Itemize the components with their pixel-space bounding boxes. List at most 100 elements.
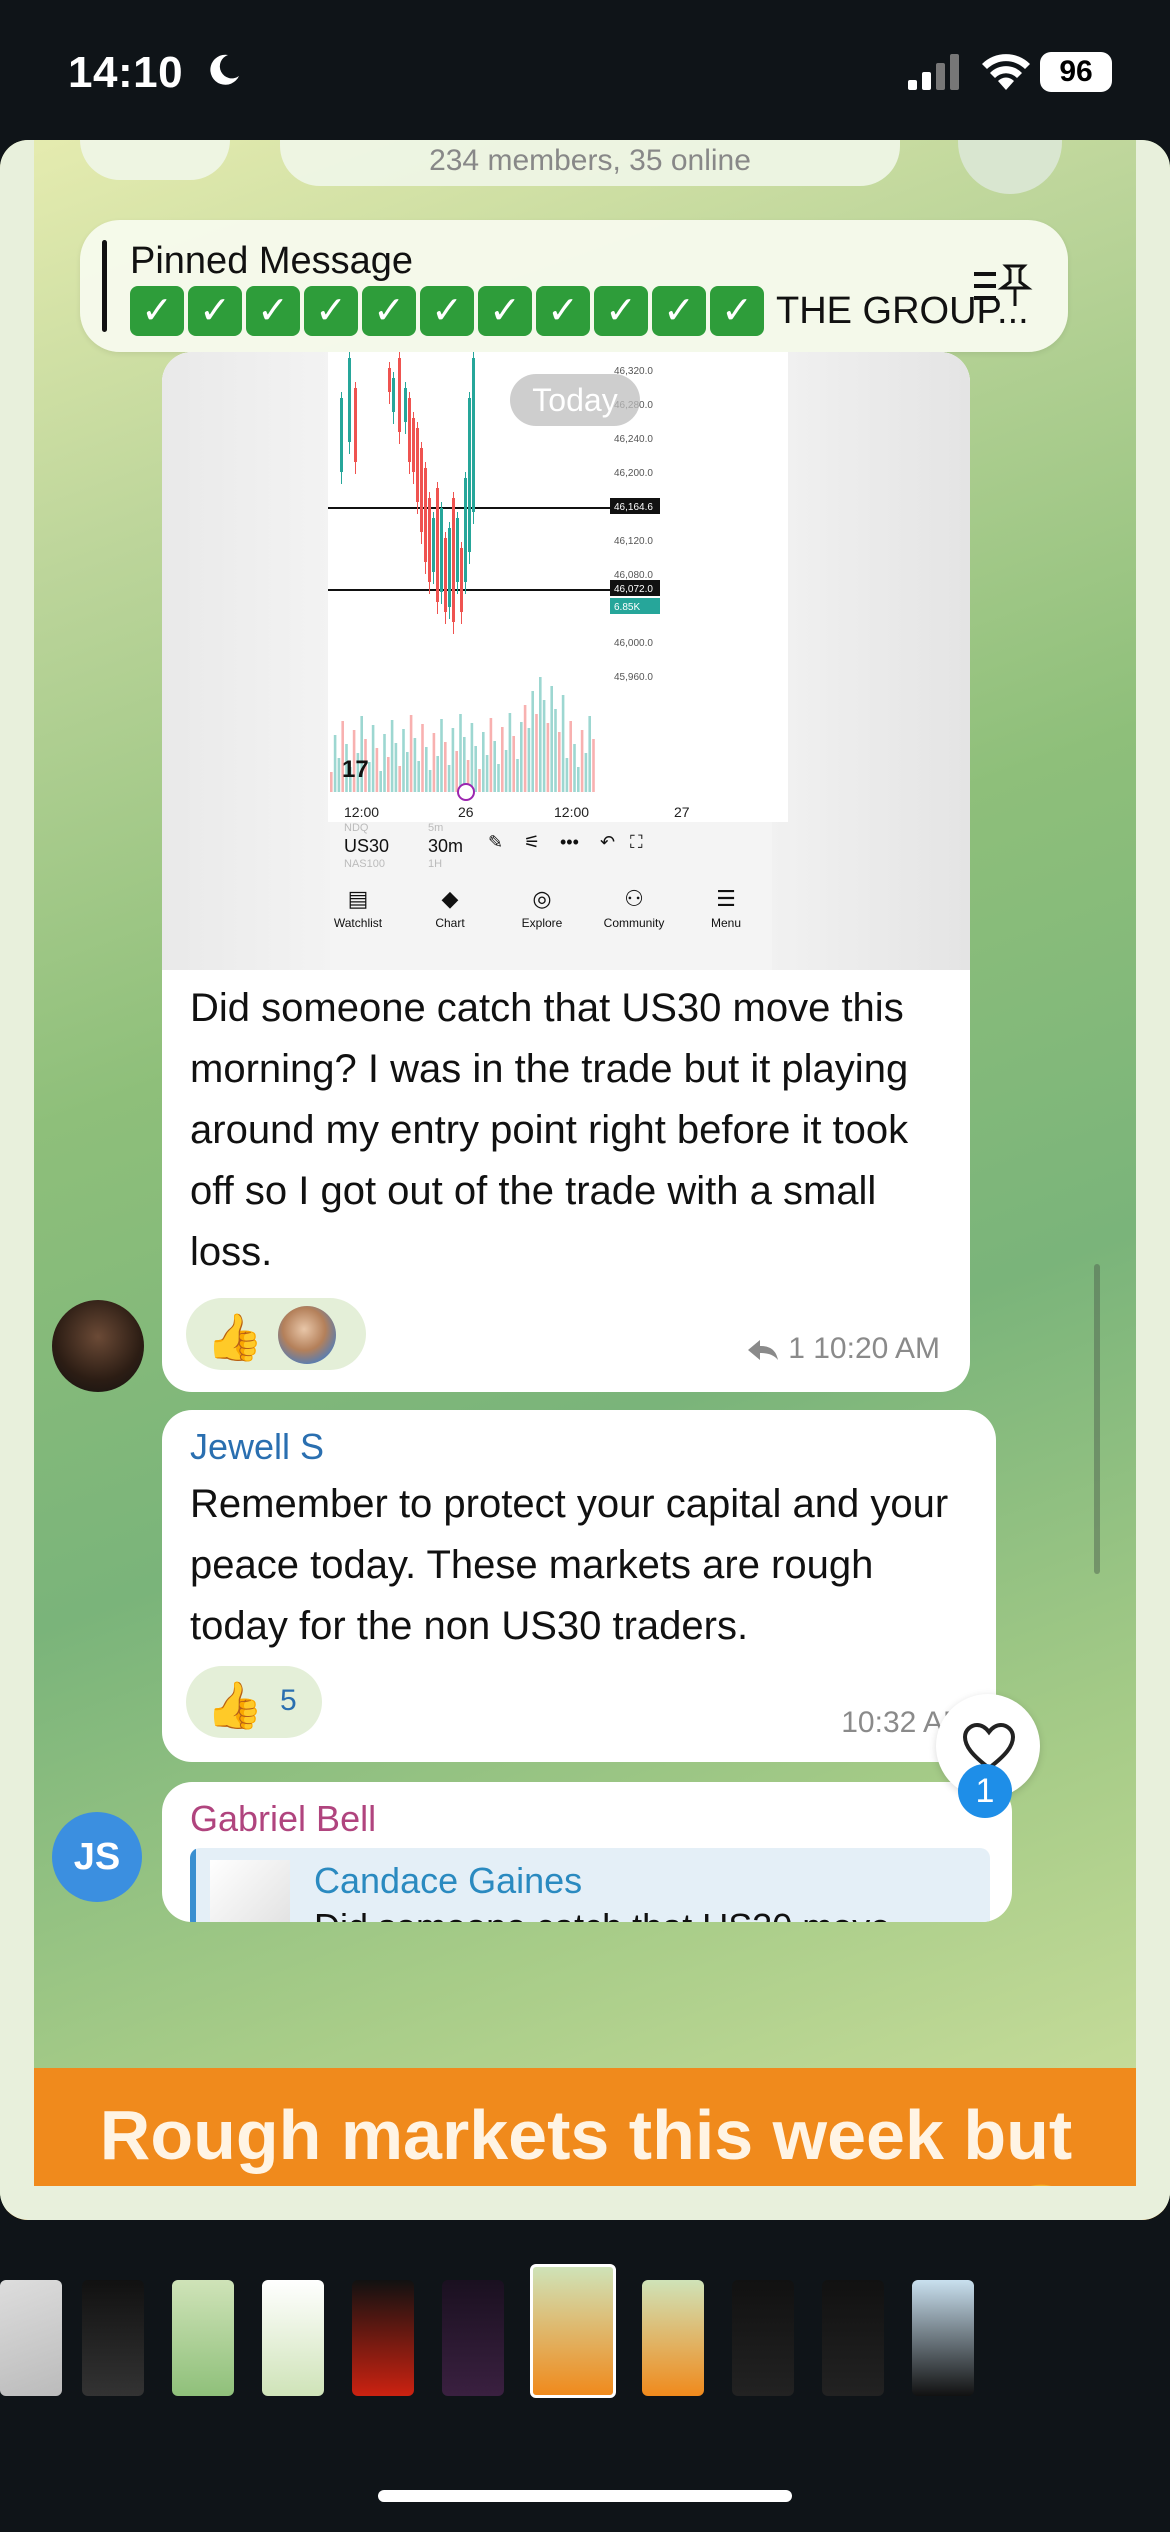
blurred-area-right <box>772 352 970 970</box>
status-time: 14:10 <box>68 48 184 97</box>
price-label: 46,080.0 <box>614 570 653 581</box>
group-avatar[interactable] <box>958 140 1062 194</box>
chat-header[interactable]: 234 members, 35 online <box>280 140 900 186</box>
volume-bar <box>425 747 428 792</box>
volume-bar <box>402 729 405 792</box>
avatar-jewell[interactable]: JS <box>52 1812 142 1902</box>
candle-body <box>408 398 411 462</box>
reaction-pill[interactable]: 👍 5 <box>186 1666 322 1738</box>
story-thumbnail[interactable] <box>0 2280 62 2396</box>
avatar-candace[interactable] <box>52 1300 144 1392</box>
volume-bar <box>333 735 337 792</box>
story-caption: Rough markets this week but my babies ar… <box>6 2068 1166 2220</box>
chart-tab: ☰ Menu <box>686 880 766 930</box>
caption-line-1: Rough markets this week but <box>99 2096 1073 2174</box>
volume-bar <box>337 758 341 792</box>
volume-bar <box>383 734 386 792</box>
reply-thumbnail <box>210 1860 290 1922</box>
cellular-signal-icon <box>908 54 959 90</box>
timeframe-below: 1H <box>428 858 443 870</box>
story-thumbnail[interactable] <box>262 2280 324 2396</box>
story-image[interactable]: 234 members, 35 online Pinned Message ✓ ✓… <box>0 140 1170 2220</box>
sender-name[interactable]: Jewell S <box>190 1426 324 1468</box>
reply-quote[interactable]: Candace Gaines Did someone catch that US… <box>190 1848 990 1922</box>
check-mark-icon: ✓ <box>130 286 184 336</box>
volume-bar <box>539 677 542 792</box>
volume-bar <box>379 771 382 792</box>
candle-body <box>340 398 343 472</box>
price-label: 46,164.6 <box>614 502 653 513</box>
timeframe-label: 30m <box>428 836 464 856</box>
story-thumbnail-strip[interactable] <box>0 2264 1170 2400</box>
volume-bar <box>482 732 485 792</box>
message-meta[interactable]: 1 10:20 AM <box>746 1332 940 1366</box>
chart-tab-label: Explore <box>521 916 563 930</box>
header-back-button[interactable] <box>80 140 230 180</box>
volume-bar <box>558 732 561 792</box>
candle-body <box>354 388 357 462</box>
story-thumbnail[interactable] <box>732 2280 794 2396</box>
volume-bar <box>520 722 523 792</box>
story-thumbnail[interactable] <box>912 2280 974 2396</box>
message-text: Remember to protect your capital and you… <box>190 1482 949 1648</box>
volume-bar <box>527 728 531 792</box>
story-thumbnail[interactable] <box>822 2280 884 2396</box>
story-thumbnail[interactable] <box>442 2280 504 2396</box>
reaction-pill[interactable]: 👍 <box>186 1298 366 1370</box>
story-thumbnail-active[interactable] <box>530 2264 616 2398</box>
message-bubble-jewell[interactable]: Jewell S Remember to protect your capita… <box>162 1410 996 1762</box>
candle-body <box>420 448 423 532</box>
check-mark-icon: ✓ <box>420 286 474 336</box>
volume-bar <box>428 770 432 792</box>
story-thumbnail[interactable] <box>352 2280 414 2396</box>
price-label: 46,240.0 <box>614 434 653 445</box>
check-mark-icon: ✓ <box>594 286 648 336</box>
candle-body <box>424 468 427 562</box>
volume-bar <box>531 691 534 792</box>
volume-bar <box>588 716 591 792</box>
x-axis-label: 27 <box>674 804 690 820</box>
candle-body <box>388 368 391 392</box>
reply-arrow-icon <box>747 1340 778 1361</box>
chat-member-count: 234 members, 35 online <box>429 144 751 177</box>
caption-text: Rough markets this week but my babies ar… <box>6 2092 1166 2220</box>
volume-bar <box>554 709 557 792</box>
pinned-message-bar[interactable]: Pinned Message ✓ ✓ ✓ ✓ ✓ ✓ ✓ ✓ ✓ ✓ ✓ THE GROUP... <box>80 220 1068 352</box>
volume-bar <box>592 739 595 792</box>
home-indicator[interactable] <box>378 2490 792 2502</box>
candle-body <box>398 358 401 432</box>
chart-tab: ⚇ Community <box>594 880 674 930</box>
wifi-icon <box>982 54 1030 90</box>
community-icon: ⚇ <box>624 886 644 911</box>
explore-icon: ◎ <box>532 886 552 911</box>
candle-body <box>436 488 439 602</box>
candle-body <box>452 498 455 622</box>
chart-app-tabbar: ▤ Watchlist ◆ Chart ◎ Explore ⚇ Community ☰ Menu <box>328 880 788 960</box>
message-bubble-gabriel[interactable]: Gabriel Bell Candace Gaines Did someone … <box>162 1782 1012 1922</box>
pinned-list-icon[interactable] <box>970 256 1034 316</box>
reaction-count: 5 <box>280 1684 297 1717</box>
reactor-avatar <box>278 1306 336 1364</box>
chart-screenshot[interactable]: 46,320.046,280.046,240.046,200.046,164.6… <box>162 352 970 970</box>
price-label: 46,120.0 <box>614 536 653 547</box>
check-mark-icon: ✓ <box>188 286 242 336</box>
volume-bar <box>516 759 519 792</box>
story-thumbnail[interactable] <box>172 2280 234 2396</box>
story-thumbnail[interactable] <box>642 2280 704 2396</box>
volume-bar <box>512 736 515 792</box>
watchlist-icon: ▤ <box>347 886 369 911</box>
story-thumbnail[interactable] <box>82 2280 144 2396</box>
scrollbar[interactable] <box>1094 1264 1100 1574</box>
sender-name[interactable]: Gabriel Bell <box>190 1798 376 1840</box>
today-pill: Today <box>510 374 640 426</box>
battery-indicator: 96 <box>1040 52 1112 92</box>
volume-bar <box>375 748 379 792</box>
message-bubble-candace[interactable]: 46,320.046,280.046,240.046,200.046,164.6… <box>162 352 970 1392</box>
volume-bar <box>573 744 576 792</box>
volume-bar <box>489 718 493 792</box>
volume-bar <box>394 743 398 792</box>
volume-bar <box>561 695 565 792</box>
candle-body <box>456 518 459 582</box>
check-mark-icon: ✓ <box>710 286 764 336</box>
volume-bar <box>455 751 458 792</box>
